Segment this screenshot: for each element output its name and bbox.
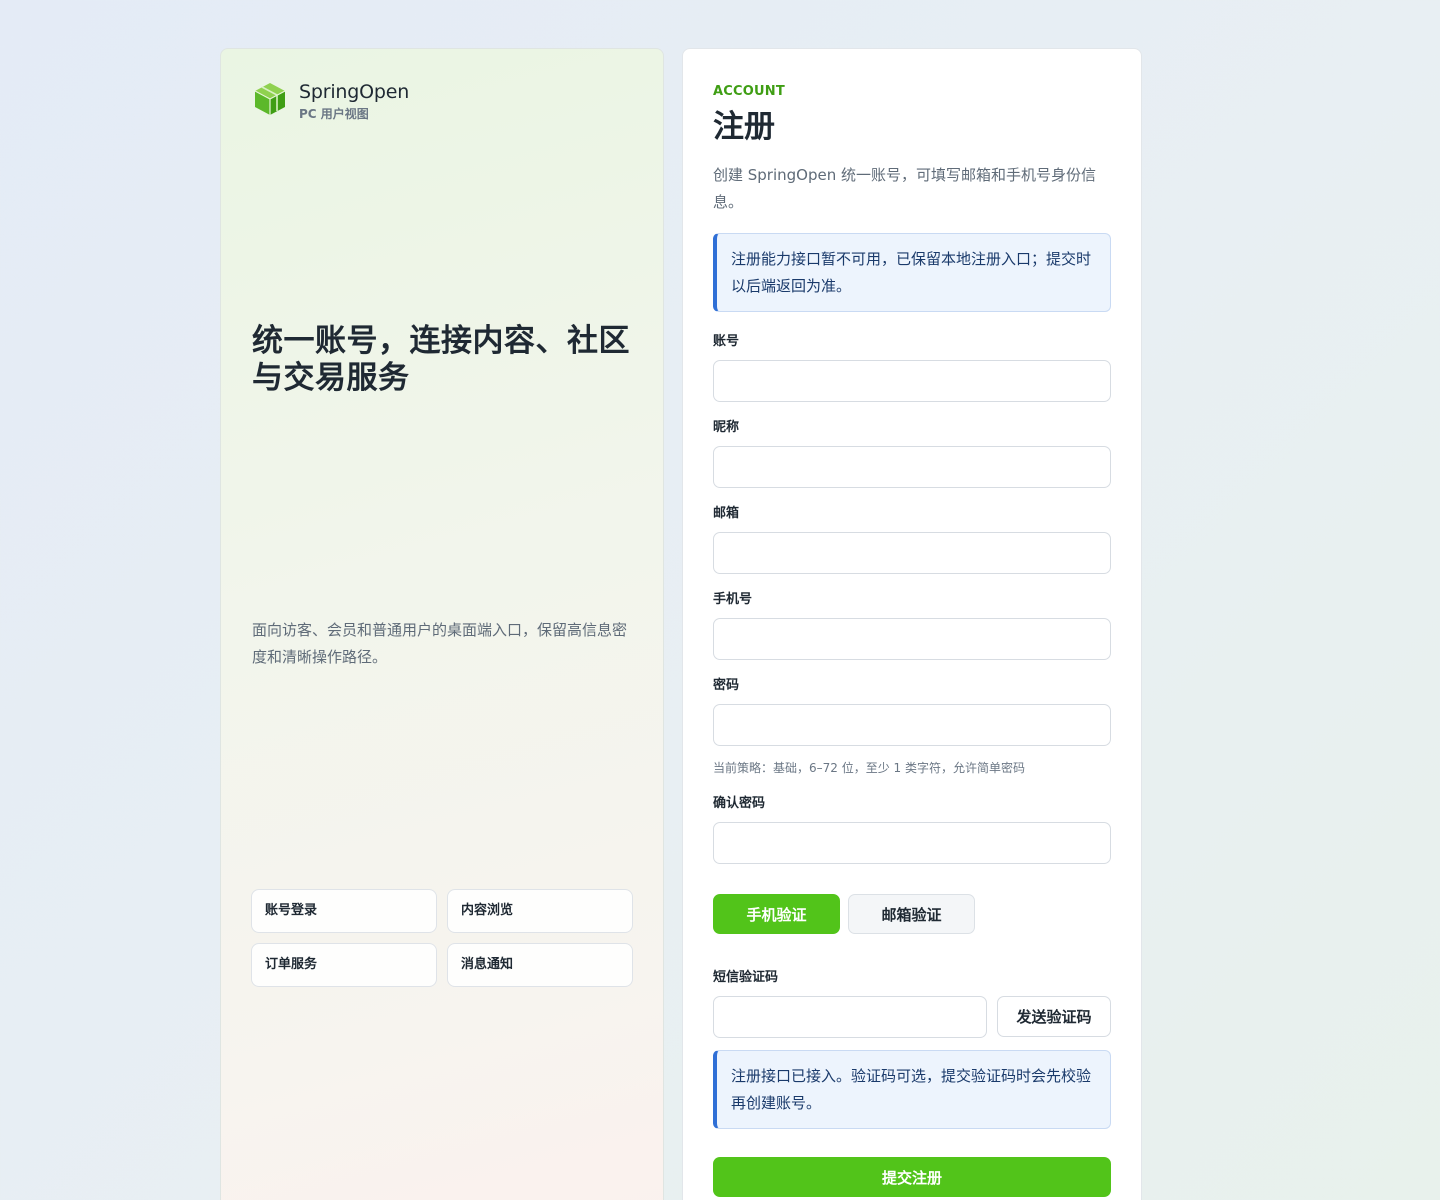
feature-content-browse: 内容浏览 bbox=[447, 889, 633, 933]
phone-verify-tab[interactable]: 手机验证 bbox=[713, 894, 840, 934]
phone-label: 手机号 bbox=[713, 592, 753, 607]
email-verify-tab[interactable]: 邮箱验证 bbox=[848, 894, 975, 934]
nickname-label: 昵称 bbox=[713, 420, 740, 435]
feature-notifications: 消息通知 bbox=[447, 943, 633, 987]
cube-icon bbox=[254, 83, 286, 115]
account-input[interactable] bbox=[713, 360, 1111, 402]
phone-input[interactable] bbox=[713, 618, 1111, 660]
hero-description: 面向访客、会员和普通用户的桌面端入口，保留高信息密度和清晰操作路径。 bbox=[252, 621, 628, 666]
page-title: 注册 bbox=[713, 109, 775, 145]
email-label: 邮箱 bbox=[713, 506, 740, 521]
account-label: 账号 bbox=[713, 334, 740, 349]
eyebrow: ACCOUNT bbox=[713, 84, 785, 99]
sms-code-input[interactable] bbox=[713, 996, 987, 1038]
hero-panel: SpringOpen PC 用户视图 统一账号，连接内容、社区与交易服务 面向访… bbox=[220, 48, 664, 1200]
register-card: ACCOUNT 注册 创建 SpringOpen 统一账号，可填写邮箱和手机号身… bbox=[682, 48, 1142, 1200]
page-subtitle: 创建 SpringOpen 统一账号，可填写邮箱和手机号身份信息。 bbox=[713, 166, 1097, 211]
feature-account-login: 账号登录 bbox=[251, 889, 437, 933]
nickname-input[interactable] bbox=[713, 446, 1111, 488]
confirm-password-label: 确认密码 bbox=[713, 796, 766, 811]
notice-api-connected: 注册接口已接入。验证码可选，提交验证码时会先校验再创建账号。 bbox=[713, 1050, 1111, 1129]
password-label: 密码 bbox=[713, 678, 740, 693]
feature-order-service: 订单服务 bbox=[251, 943, 437, 987]
brand: SpringOpen PC 用户视图 bbox=[253, 81, 409, 122]
password-input[interactable] bbox=[713, 704, 1111, 746]
sms-code-label: 短信验证码 bbox=[713, 970, 779, 985]
brand-name: SpringOpen bbox=[299, 81, 410, 103]
submit-register-button[interactable]: 提交注册 bbox=[713, 1157, 1111, 1197]
brand-subtitle: PC 用户视图 bbox=[299, 107, 369, 121]
notice-api-unavailable: 注册能力接口暂不可用，已保留本地注册入口；提交时以后端返回为准。 bbox=[713, 233, 1111, 312]
email-input[interactable] bbox=[713, 532, 1111, 574]
hero-title: 统一账号，连接内容、社区与交易服务 bbox=[252, 323, 630, 396]
feature-list: 账号登录 内容浏览 订单服务 消息通知 bbox=[251, 889, 633, 987]
confirm-password-input[interactable] bbox=[713, 822, 1111, 864]
send-code-button[interactable]: 发送验证码 bbox=[997, 996, 1111, 1037]
password-policy-hint: 当前策略：基础，6–72 位，至少 1 类字符，允许简单密码 bbox=[713, 761, 1025, 775]
